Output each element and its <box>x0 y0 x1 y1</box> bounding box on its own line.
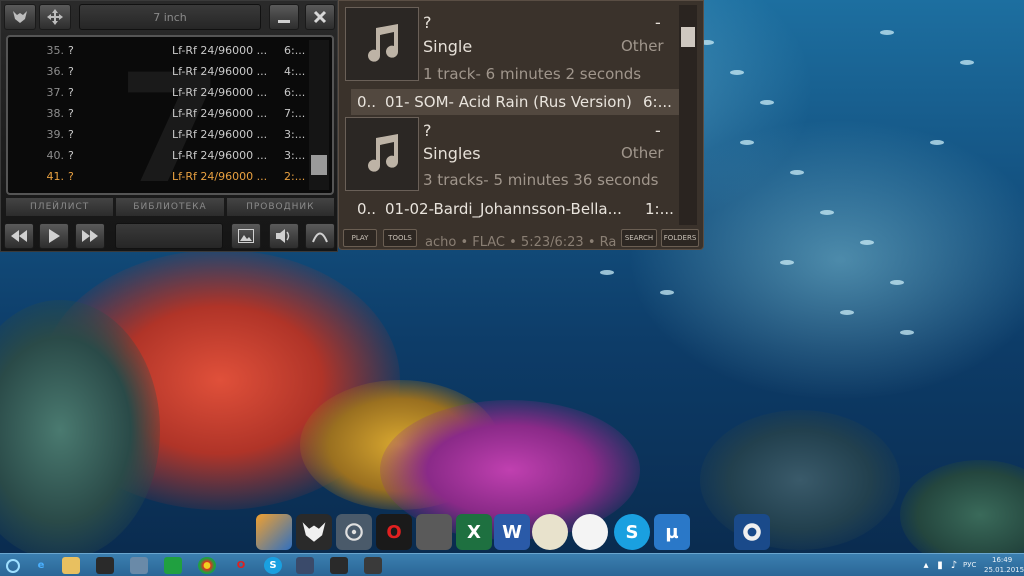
fish <box>820 210 834 215</box>
fox-logo-icon[interactable] <box>4 4 36 30</box>
album-artist: ? <box>423 121 432 140</box>
dock-fox-icon[interactable] <box>296 514 332 550</box>
dock-word-icon[interactable]: W <box>494 514 530 550</box>
track-row-selected[interactable]: 0.. 01- SOM- Acid Rain (Rus Version) 6:.… <box>351 89 679 115</box>
dock-utorrent-icon[interactable]: µ <box>654 514 690 550</box>
folders-button[interactable]: FOLDERS <box>661 229 699 247</box>
dock-clock2-icon[interactable] <box>572 514 608 550</box>
fish <box>890 280 904 285</box>
volume-icon[interactable] <box>269 223 299 249</box>
playlist-row[interactable]: 37. ? Lf-Rf 24/96000 ... 6:... <box>8 82 310 103</box>
fish <box>960 60 974 65</box>
fox-active-icon[interactable] <box>364 557 382 574</box>
fish <box>660 290 674 295</box>
document-icon[interactable] <box>130 557 148 574</box>
dock-clock-icon[interactable] <box>532 514 568 550</box>
previous-button[interactable] <box>4 223 34 249</box>
ie-icon[interactable]: e <box>32 557 50 574</box>
library-panel: ? - Single Other 1 track- 6 minutes 2 se… <box>338 0 704 250</box>
search-button[interactable]: SEARCH <box>621 229 657 247</box>
dock-excel-icon[interactable]: X <box>456 514 492 550</box>
album-dash: - <box>655 121 661 140</box>
minimize-button[interactable] <box>269 4 299 30</box>
album-dash: - <box>655 13 661 32</box>
next-button[interactable] <box>75 223 105 249</box>
fish <box>860 240 874 245</box>
app-icon[interactable] <box>96 557 114 574</box>
dock-aperture-icon[interactable] <box>734 514 770 550</box>
fish <box>780 260 794 265</box>
dock-satellite-icon[interactable] <box>336 514 372 550</box>
playlist-panel: 7 35. ? Lf-Rf 24/96000 ... 6:... 36. ? L… <box>6 35 334 195</box>
clock-time[interactable]: 16:49 <box>992 556 1012 564</box>
floppy-icon[interactable] <box>296 557 314 574</box>
tray-network-icon[interactable]: ▮ <box>934 557 946 574</box>
dock-photo-icon[interactable] <box>416 514 452 550</box>
fish <box>900 330 914 335</box>
image-icon[interactable] <box>231 223 261 249</box>
album-title: Singles <box>423 144 481 163</box>
tray-volume-icon[interactable]: ♪ <box>948 557 960 574</box>
library-scroll-thumb[interactable] <box>681 27 695 47</box>
fish <box>740 140 754 145</box>
tools-button[interactable]: TOOLS <box>383 229 417 247</box>
play-button[interactable] <box>39 223 69 249</box>
fish <box>760 100 774 105</box>
playlist-row[interactable]: 40. ? Lf-Rf 24/96000 ... 3:... <box>8 145 310 166</box>
fish <box>600 270 614 275</box>
fish <box>790 170 804 175</box>
album-artist: ? <box>423 13 432 32</box>
fish <box>930 140 944 145</box>
music-note-icon <box>368 24 398 62</box>
player-tabs: ПЛЕЙЛИСТ БИБЛИОТЕКА ПРОВОДНИК <box>6 198 334 216</box>
fish <box>730 70 744 75</box>
equalizer-icon[interactable] <box>305 223 335 249</box>
close-button[interactable] <box>305 4 335 30</box>
album-summary: 1 track- 6 minutes 2 seconds <box>423 65 642 83</box>
album-title: Single <box>423 37 473 56</box>
seek-bar[interactable] <box>115 223 223 249</box>
tab-explorer[interactable]: ПРОВОДНИК <box>226 198 334 216</box>
fish <box>840 310 854 315</box>
album-cover[interactable] <box>345 7 419 81</box>
start-button-icon[interactable] <box>4 557 22 574</box>
tray-arrow-icon[interactable]: ▴ <box>920 557 932 574</box>
music-note-icon <box>368 134 398 172</box>
playlist-scroll-thumb[interactable] <box>311 155 327 175</box>
playlist-row-active[interactable]: 41. ? Lf-Rf 24/96000 ... 2:... <box>8 166 310 187</box>
now-playing-ticker: acho • FLAC • 5:23/6:23 • Ra <box>425 235 617 250</box>
chrome-icon[interactable] <box>198 557 216 574</box>
playlist-row[interactable]: 35. ? Lf-Rf 24/96000 ... 6:... <box>8 40 310 61</box>
playlist-row[interactable]: 36. ? Lf-Rf 24/96000 ... 4:... <box>8 61 310 82</box>
playlist-row[interactable]: 39. ? Lf-Rf 24/96000 ... 3:... <box>8 124 310 145</box>
clock-date[interactable]: 25.01.2015 <box>984 566 1024 574</box>
track-row[interactable]: 0.. 01-02-Bardi_Johannsson-Bella... 1:..… <box>351 196 679 222</box>
tab-library[interactable]: БИБЛИОТЕКА <box>116 198 224 216</box>
dock-skype-icon[interactable]: S <box>614 514 650 550</box>
audio-player-window: 7 inch 7 35. ? Lf-Rf 24/96000 ... 6:... … <box>0 0 338 252</box>
playlist-row[interactable]: 38. ? Lf-Rf 24/96000 ... 7:... <box>8 103 310 124</box>
album-genre: Other <box>621 144 664 162</box>
skype-icon[interactable]: S <box>264 557 282 574</box>
fish <box>880 30 894 35</box>
taskbar: e O S ▴ ▮ ♪ РУС 16:49 25.01.2015 <box>0 553 1024 576</box>
tab-playlist[interactable]: ПЛЕЙЛИСТ <box>6 198 114 216</box>
dark-coral <box>700 410 900 550</box>
dock-opera-icon[interactable]: O <box>376 514 412 550</box>
fox-icon[interactable] <box>330 557 348 574</box>
play-mode-button[interactable]: PLAY <box>343 229 377 247</box>
move-icon[interactable] <box>39 4 71 30</box>
dock-app-icon[interactable] <box>256 514 292 550</box>
explorer-icon[interactable] <box>62 557 80 574</box>
title-display: 7 inch <box>79 4 261 30</box>
keyboard-language[interactable]: РУС <box>963 561 976 569</box>
album-genre: Other <box>621 37 664 55</box>
opera-icon[interactable]: O <box>232 557 250 574</box>
album-cover[interactable] <box>345 117 419 191</box>
album-summary: 3 tracks- 5 minutes 36 seconds <box>423 171 659 189</box>
store-icon[interactable] <box>164 557 182 574</box>
